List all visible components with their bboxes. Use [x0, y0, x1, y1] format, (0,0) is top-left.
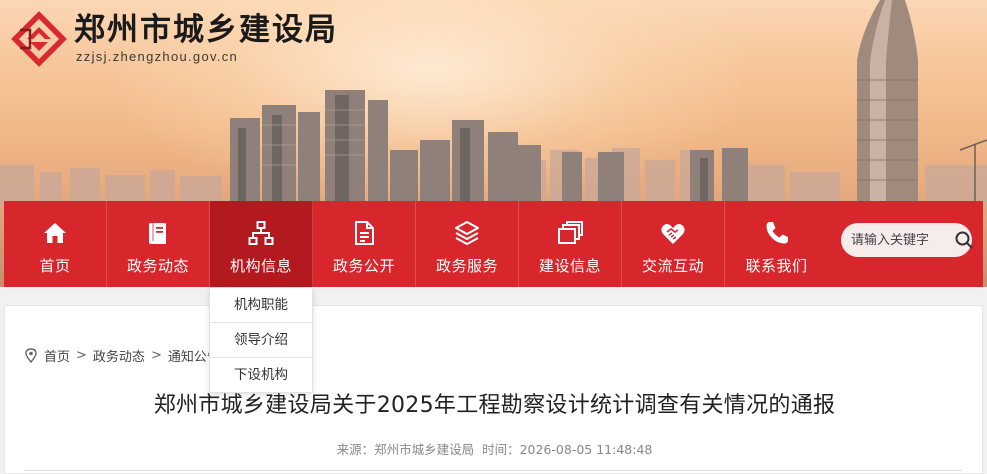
home-icon — [41, 219, 69, 247]
nav-item-construction[interactable]: 建设信息 — [519, 201, 622, 287]
main-nav: 首页 政务动态 机构信息 政务公开 政务服务 建设信息 交流互动 联系我们 请输… — [4, 201, 983, 287]
dropdown-item-subunits[interactable]: 下设机构 — [210, 358, 312, 393]
nav-label: 首页 — [39, 257, 71, 275]
site-title: 郑州市城乡建设局 — [74, 12, 338, 48]
article-meta: 来源：郑州市城乡建设局 时间：2026-08-05 11:48:48 — [5, 439, 984, 458]
breadcrumb-news[interactable]: 政务动态 — [93, 346, 145, 365]
nav-item-org[interactable]: 机构信息 — [210, 201, 313, 287]
nav-item-interaction[interactable]: 交流互动 — [622, 201, 725, 287]
article-source: 郑州市城乡建设局 — [374, 442, 475, 457]
site-url: zzjsj.zhengzhou.gov.cn — [76, 49, 239, 64]
handshake-heart-icon — [659, 219, 687, 247]
dropdown-item-functions[interactable]: 机构职能 — [210, 288, 312, 323]
breadcrumb-home[interactable]: 首页 — [44, 346, 70, 365]
nav-label: 政务服务 — [435, 257, 498, 275]
time-label: 时间： — [482, 442, 520, 457]
nav-item-services[interactable]: 政务服务 — [416, 201, 519, 287]
location-pin-icon — [25, 348, 37, 363]
nav-item-contact[interactable]: 联系我们 — [725, 201, 828, 287]
nav-label: 政务动态 — [126, 257, 189, 275]
book-icon — [144, 219, 172, 247]
article-panel: 首页 > 政务动态 > 通知公告 郑州市城乡建设局关于2025年工程勘察设计统计… — [4, 305, 983, 474]
article-time: 2026-08-05 11:48:48 — [519, 442, 653, 457]
org-chart-icon — [247, 219, 275, 247]
site-logo[interactable]: 郑州市城乡建设局 zzjsj.zhengzhou.gov.cn — [8, 10, 338, 68]
dropdown-item-leaders[interactable]: 领导介绍 — [210, 323, 312, 358]
search-box — [841, 223, 975, 257]
stack-icon — [556, 219, 584, 247]
search-input[interactable] — [851, 232, 951, 248]
nav-label: 交流互动 — [641, 257, 704, 275]
phone-icon — [763, 219, 791, 247]
org-info-dropdown: 机构职能 领导介绍 下设机构 — [209, 287, 313, 393]
nav-item-open-gov[interactable]: 政务公开 — [313, 201, 416, 287]
search-icon[interactable] — [953, 229, 975, 251]
layers-icon — [453, 219, 481, 247]
document-icon — [350, 219, 378, 247]
nav-label: 机构信息 — [229, 257, 292, 275]
breadcrumb-separator: > — [76, 348, 87, 363]
breadcrumb: 首页 > 政务动态 > 通知公告 — [25, 346, 220, 365]
nav-item-home[interactable]: 首页 — [4, 201, 107, 287]
nav-item-news[interactable]: 政务动态 — [107, 201, 210, 287]
nav-label: 建设信息 — [538, 257, 601, 275]
breadcrumb-separator: > — [150, 348, 162, 363]
nav-label: 政务公开 — [332, 257, 395, 275]
nav-label: 联系我们 — [745, 257, 808, 275]
source-label: 来源： — [336, 442, 375, 457]
divider — [25, 470, 962, 471]
article-title: 郑州市城乡建设局关于2025年工程勘察设计统计调查有关情况的通报 — [153, 393, 836, 418]
header-banner: 郑州市城乡建设局 zzjsj.zhengzhou.gov.cn 首页 政务动态 … — [0, 0, 987, 287]
logo-emblem-icon — [11, 11, 67, 67]
